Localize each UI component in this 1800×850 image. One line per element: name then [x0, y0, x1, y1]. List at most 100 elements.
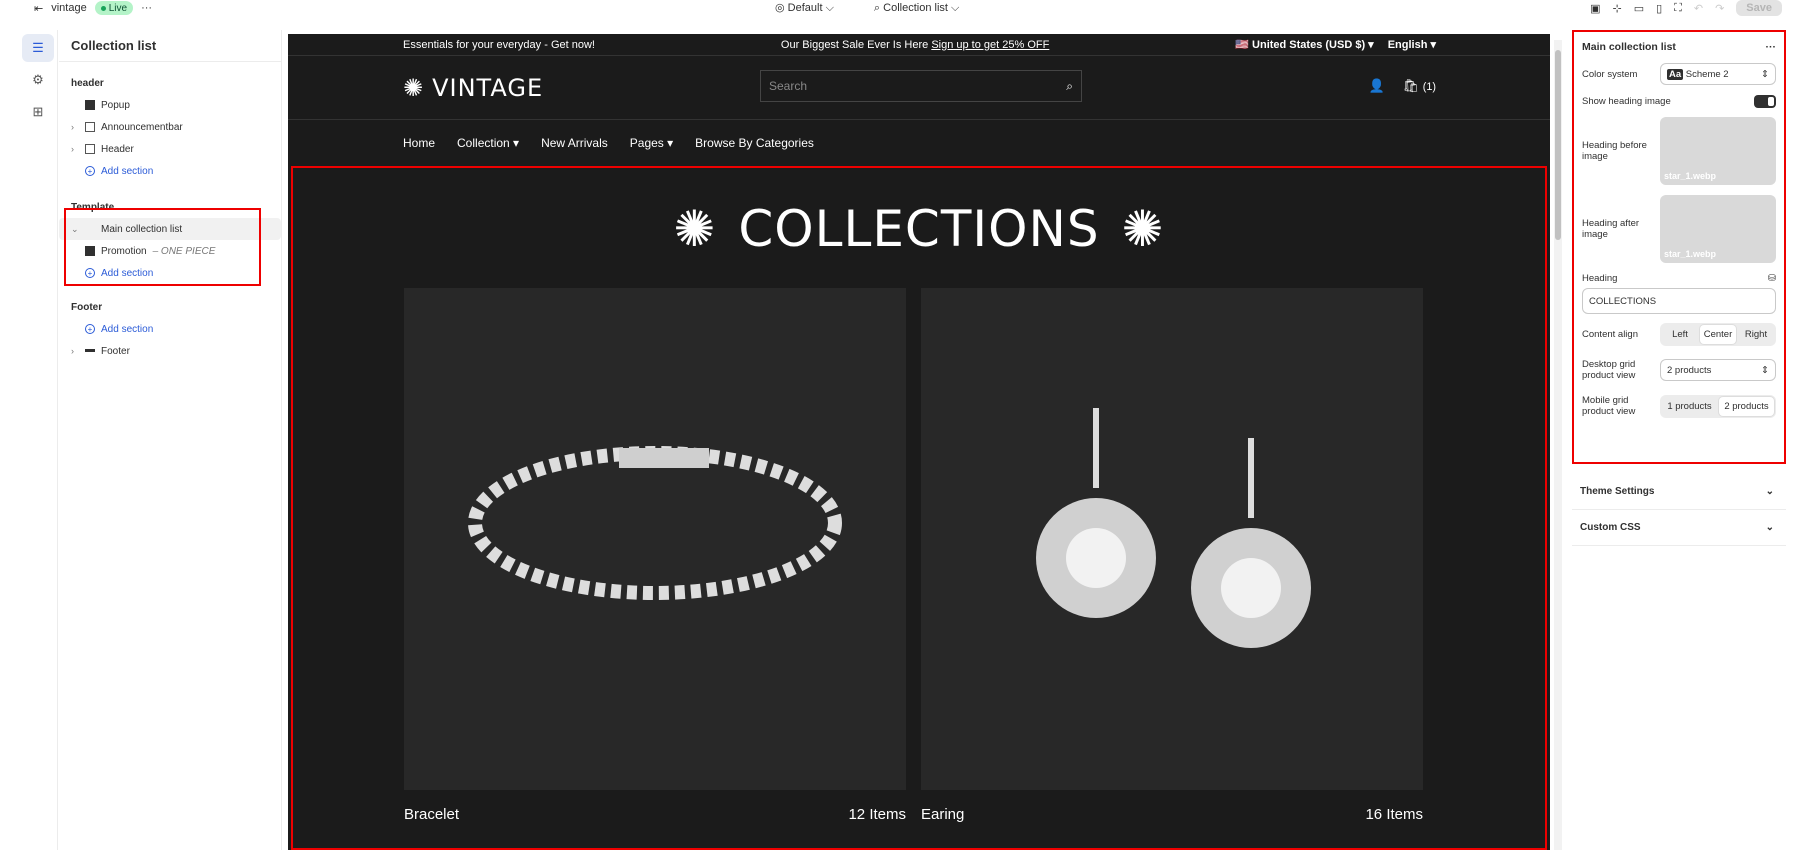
fullscreen-icon[interactable]: ⛶ — [1674, 2, 1682, 15]
popup-icon — [85, 100, 95, 110]
panel-title: Collection list — [59, 30, 281, 62]
sections-panel: Collection list header Popup › Announceme… — [59, 30, 282, 850]
settings-icon[interactable]: ⚙ — [22, 66, 54, 94]
dynamic-source-icon[interactable]: ⛁ — [1768, 273, 1776, 284]
announcement-bar: Essentials for your everyday - Get now! … — [288, 34, 1550, 56]
collection-card-bracelet[interactable] — [404, 288, 906, 790]
after-label: Heading after image — [1582, 218, 1640, 240]
star-icon: ✺ — [673, 200, 717, 258]
custom-css-accordion[interactable]: Custom CSS ⌄ — [1572, 510, 1786, 546]
group-header: header — [71, 77, 104, 89]
toolbar-right: ▣ ⊹ ▭ ▯ ⛶ ↶ ↷ Save — [1590, 0, 1782, 16]
theme-select[interactable]: ◎ Default ⌵ — [775, 1, 834, 15]
nav-pages[interactable]: Pages ▾ — [630, 136, 673, 150]
chevron-right-icon: › — [71, 122, 74, 132]
language-select[interactable]: English ▾ — [1388, 38, 1436, 51]
store-info: ⇤ vintage Live ··· — [34, 0, 152, 16]
currency-select[interactable]: 🇺🇸 United States (USD $) ▾ — [1235, 38, 1373, 51]
redo-icon[interactable]: ↷ — [1715, 2, 1724, 15]
select-icon[interactable]: ⊹ — [1612, 2, 1621, 15]
settings-title: Main collection list — [1582, 41, 1676, 53]
theme-settings-accordion[interactable]: Theme Settings ⌄ — [1572, 474, 1786, 510]
inspect-icon[interactable]: ▣ — [1590, 2, 1600, 15]
undo-icon[interactable]: ↶ — [1694, 2, 1703, 15]
preview-scrollbar[interactable] — [1554, 40, 1562, 850]
show-heading-toggle[interactable] — [1754, 94, 1776, 108]
exit-icon[interactable]: ⇤ — [34, 2, 43, 15]
color-label: Color system — [1582, 68, 1638, 80]
nav-categories[interactable]: Browse By Categories — [695, 136, 814, 150]
earring-image — [1036, 408, 1311, 648]
mobile-1[interactable]: 1 products — [1662, 397, 1717, 416]
apps-icon[interactable]: ⊞ — [22, 98, 54, 126]
mobile-2[interactable]: 2 products — [1719, 396, 1774, 416]
logo[interactable]: ✺ VINTAGE — [403, 74, 543, 102]
main-nav: Home Collection ▾ New Arrivals Pages ▾ B… — [288, 120, 1550, 166]
header-icon — [85, 144, 95, 154]
bar-icon — [85, 122, 95, 132]
account-icon[interactable]: 👤 — [1368, 78, 1384, 94]
align-right[interactable]: Right — [1738, 325, 1774, 344]
star-icon: ✺ — [403, 73, 425, 102]
footer-icon — [85, 348, 95, 354]
desktop-icon[interactable]: ▭ — [1634, 2, 1644, 15]
nav-collection[interactable]: Collection ▾ — [457, 136, 519, 150]
live-badge: Live — [94, 1, 134, 15]
image-before-picker[interactable]: star_1.webp — [1660, 117, 1776, 185]
collections-heading: ✺ COLLECTIONS ✺ — [673, 200, 1165, 258]
mobile-grid-label: Mobile grid product view — [1582, 395, 1636, 417]
heading-label: Heading — [1582, 272, 1618, 284]
signup-link[interactable]: Sign up to get 25% OFF — [931, 39, 1049, 51]
search-input[interactable]: Search ⌕ — [760, 70, 1082, 102]
align-segmented: Left Center Right — [1660, 322, 1776, 346]
group-footer: Footer — [71, 301, 103, 313]
plus-icon: + — [85, 166, 95, 176]
mobile-icon[interactable]: ▯ — [1656, 2, 1662, 15]
store-preview: Essentials for your everyday - Get now! … — [288, 34, 1550, 850]
star-icon: ✺ — [1121, 200, 1165, 258]
nav-new-arrivals[interactable]: New Arrivals — [541, 136, 608, 150]
color-scheme-select[interactable]: Aa Scheme 2 ⇕ — [1660, 63, 1776, 85]
before-label: Heading before image — [1582, 140, 1647, 162]
section-settings: Main collection list ··· Color system Aa S… — [1572, 30, 1786, 464]
add-section-footer[interactable]: + Add section — [59, 318, 281, 340]
sections-icon[interactable]: ☰ — [22, 34, 54, 62]
chevron-right-icon: › — [71, 144, 74, 154]
collection-section: ✺ COLLECTIONS ✺ Bracelet 12 Items Earing 16 … — [291, 166, 1547, 850]
header-icons: 👤 🛍 (1) — [1368, 78, 1436, 94]
add-section-header[interactable]: + Add section — [59, 160, 281, 182]
more-icon[interactable]: ··· — [1766, 41, 1777, 53]
announcement-promo: Our Biggest Sale Ever Is Here Sign up to… — [780, 38, 1050, 51]
section-announcementbar[interactable]: › Announcementbar — [59, 116, 281, 138]
locale-selectors: 🇺🇸 United States (USD $) ▾ English ▾ — [1235, 38, 1436, 51]
align-left[interactable]: Left — [1662, 325, 1698, 344]
collection-card-earing[interactable] — [921, 288, 1423, 790]
chevron-down-icon: ⌄ — [1765, 486, 1774, 497]
more-icon[interactable]: ··· — [141, 2, 152, 14]
show-heading-label: Show heading image — [1582, 95, 1671, 107]
bracelet-image — [468, 446, 842, 600]
align-center[interactable]: Center — [1700, 324, 1736, 344]
announcement-text: Essentials for your everyday - Get now! — [403, 38, 595, 51]
mobile-grid-segmented: 1 products 2 products — [1660, 394, 1776, 418]
settings-panel: Main collection list ··· Color system Aa S… — [1572, 30, 1786, 850]
desktop-grid-select[interactable]: 2 products ⇕ — [1660, 359, 1776, 381]
image-after-picker[interactable]: star_1.webp — [1660, 195, 1776, 263]
top-bar: ⇤ vintage Live ··· ◎ Default ⌵ ⌕ Collect… — [0, 0, 1800, 16]
desktop-grid-label: Desktop grid product view — [1582, 359, 1636, 381]
section-header[interactable]: › Header — [59, 138, 281, 160]
save-button[interactable]: Save — [1736, 0, 1782, 16]
section-footer[interactable]: › Footer — [59, 340, 281, 362]
heading-input[interactable]: COLLECTIONS — [1582, 288, 1776, 314]
cart-icon[interactable]: 🛍 (1) — [1403, 78, 1436, 94]
nav-home[interactable]: Home — [403, 136, 435, 150]
plus-icon: + — [85, 324, 95, 334]
store-name: vintage — [51, 2, 87, 14]
template-switcher: ◎ Default ⌵ ⌕ Collection list ⌵ — [775, 0, 959, 16]
chevron-right-icon: › — [71, 346, 74, 356]
section-popup[interactable]: Popup — [59, 94, 281, 116]
card-label-bracelet: Bracelet 12 Items — [404, 806, 906, 823]
template-select[interactable]: ⌕ Collection list ⌵ — [874, 2, 959, 15]
align-label: Content align — [1582, 328, 1638, 340]
chevron-down-icon: ⌄ — [1765, 522, 1774, 533]
